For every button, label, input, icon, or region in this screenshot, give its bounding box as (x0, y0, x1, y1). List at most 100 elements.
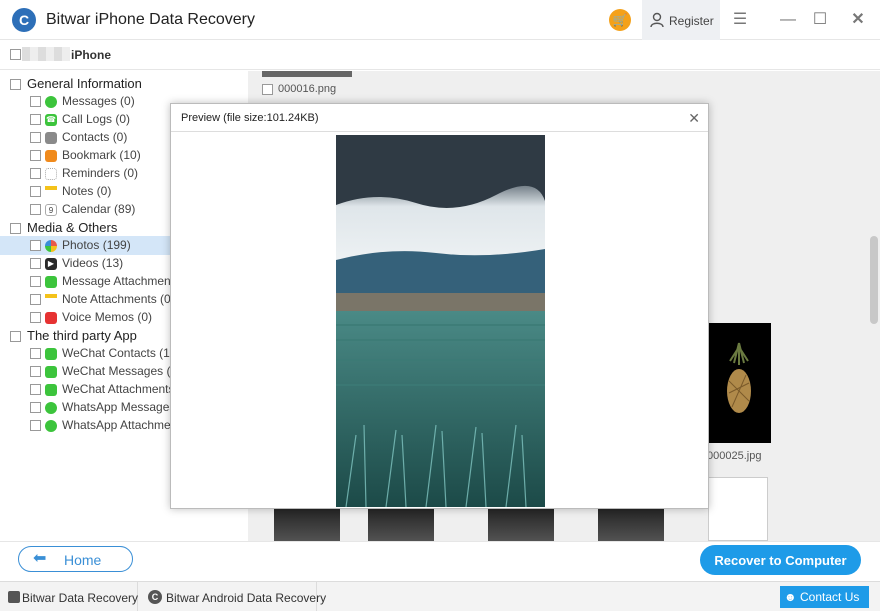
register-button[interactable]: Register (642, 0, 720, 40)
sidebar-item-label: Voice Memos (0) (62, 310, 153, 324)
sidebar-item-photos[interactable]: Photos (199) (30, 238, 131, 256)
voice-memos-icon (45, 311, 57, 324)
videos-icon: ▶ (45, 257, 57, 270)
category-label: General Information (27, 76, 142, 91)
note-attachments-icon (45, 293, 57, 306)
tab-bitwar-data-recovery[interactable]: Bitwar Data Recovery (0, 582, 138, 611)
item-checkbox[interactable] (30, 276, 41, 288)
close-icon[interactable]: ✕ (850, 12, 866, 28)
title-bar: C Bitwar iPhone Data Recovery 🛒 Register… (0, 0, 880, 40)
item-checkbox[interactable] (30, 150, 41, 162)
contact-us-button[interactable]: ☻ Contact Us (780, 586, 869, 608)
item-checkbox[interactable] (30, 384, 41, 396)
sidebar-item-label: Bookmark (10) (62, 148, 141, 162)
vertical-scrollbar[interactable] (870, 236, 878, 324)
item-checkbox[interactable] (30, 186, 41, 198)
sidebar-item-label: Videos (13) (62, 256, 124, 270)
thumbnail-image[interactable] (488, 507, 554, 541)
sidebar-item-label: Note Attachments (0) (62, 292, 175, 306)
sidebar-item-calendar[interactable]: 9 Calendar (89) (30, 202, 135, 220)
sidebar-item-notes[interactable]: Notes (0) (30, 184, 111, 202)
item-checkbox[interactable] (30, 258, 41, 270)
item-checkbox[interactable] (30, 366, 41, 378)
device-checkbox[interactable] (10, 49, 21, 60)
thumbnail-image[interactable] (598, 507, 664, 541)
category-checkbox[interactable] (10, 223, 21, 235)
thumbnail-image[interactable] (262, 71, 352, 77)
category-checkbox[interactable] (10, 331, 21, 343)
recover-to-computer-button[interactable]: Recover to Computer (700, 545, 861, 575)
item-checkbox[interactable] (30, 420, 41, 432)
category-checkbox[interactable] (10, 79, 21, 91)
sidebar-item-voice-memos[interactable]: Voice Memos (0) (30, 310, 152, 328)
item-checkbox[interactable] (30, 240, 41, 252)
menu-icon[interactable]: ☰ (732, 12, 748, 28)
thumbnail-checkbox[interactable] (262, 84, 273, 95)
item-checkbox[interactable] (30, 132, 41, 144)
message-attachments-icon (45, 275, 57, 288)
thumbnail-image[interactable] (708, 477, 768, 541)
cart-icon[interactable]: 🛒 (609, 9, 631, 31)
contact-label: Contact Us (800, 590, 860, 604)
item-checkbox[interactable] (30, 294, 41, 306)
action-bar: ⬅ Home Recover to Computer (0, 541, 880, 581)
sidebar-item-wechat-contacts[interactable]: WeChat Contacts (10) (30, 346, 181, 364)
item-checkbox[interactable] (30, 402, 41, 414)
home-button[interactable]: ⬅ Home (18, 546, 133, 572)
calendar-icon: 9 (45, 203, 57, 216)
sidebar-item-reminders[interactable]: Reminders (0) (30, 166, 138, 184)
sidebar-item-contacts[interactable]: Contacts (0) (30, 130, 127, 148)
sidebar-item-message-attachments[interactable]: Message Attachments (30, 274, 180, 292)
thumbnail-image[interactable] (368, 507, 434, 541)
contacts-icon (45, 131, 57, 144)
sidebar-item-label: Photos (199) (62, 238, 131, 252)
wechat-icon (45, 365, 57, 378)
item-checkbox[interactable] (30, 96, 41, 108)
category-media-others[interactable]: Media & Others (10, 220, 117, 238)
sidebar-item-whatsapp-messages[interactable]: WhatsApp Messages ( (30, 400, 183, 418)
item-checkbox[interactable] (30, 168, 41, 180)
sidebar-item-note-attachments[interactable]: Note Attachments (0) (30, 292, 175, 310)
whatsapp-icon (45, 419, 57, 432)
sidebar-item-label: Message Attachments (62, 274, 181, 288)
notes-icon (45, 185, 57, 198)
close-preview-icon[interactable]: ✕ (688, 110, 700, 127)
phone-icon: ☎ (45, 113, 57, 126)
app-title: Bitwar iPhone Data Recovery (46, 11, 255, 28)
sidebar-item-videos[interactable]: ▶ Videos (13) (30, 256, 123, 274)
category-third-party-app[interactable]: The third party App (10, 328, 137, 346)
preview-dialog: Preview (file size:101.24KB) ✕ (170, 103, 709, 509)
category-label: Media & Others (27, 220, 118, 235)
sidebar-item-call-logs[interactable]: ☎ Call Logs (0) (30, 112, 130, 130)
sidebar-item-wechat-attachments[interactable]: WeChat Attachments (30, 382, 175, 400)
messages-icon (45, 95, 57, 108)
thumbnail-filename: 000016.png (278, 83, 337, 95)
category-general-information[interactable]: General Information (10, 76, 142, 94)
item-checkbox[interactable] (30, 312, 41, 324)
sidebar-item-whatsapp-attachments[interactable]: WhatsApp Attachmen (30, 418, 177, 436)
item-checkbox[interactable] (30, 348, 41, 360)
category-label: The third party App (27, 328, 137, 343)
tab-label: Bitwar Data Recovery (22, 591, 139, 605)
user-icon (650, 12, 664, 28)
sidebar-item-bookmark[interactable]: Bookmark (10) (30, 148, 141, 166)
back-arrow-icon: ⬅ (33, 550, 47, 567)
tab-bitwar-android-data-recovery[interactable]: C Bitwar Android Data Recovery (138, 582, 326, 611)
sidebar-item-wechat-messages[interactable]: WeChat Messages (56 (30, 364, 184, 382)
item-checkbox[interactable] (30, 204, 41, 216)
sidebar-item-messages[interactable]: Messages (0) (30, 94, 135, 112)
thumbnail-image[interactable] (708, 323, 771, 443)
reminders-icon (45, 167, 57, 180)
device-name: iPhone (71, 48, 112, 62)
sidebar-item-label: Calendar (89) (62, 202, 136, 216)
photos-icon (45, 239, 57, 252)
minimize-icon[interactable]: — (780, 12, 796, 28)
item-checkbox[interactable] (30, 114, 41, 126)
maximize-icon[interactable]: ☐ (812, 12, 828, 28)
wechat-icon (45, 347, 57, 360)
preview-image (336, 135, 545, 507)
sidebar-item-label: WeChat Attachments (62, 382, 175, 396)
app-logo-icon: C (12, 8, 36, 32)
device-name-redacted (22, 47, 70, 61)
thumbnail-image[interactable] (274, 507, 340, 541)
